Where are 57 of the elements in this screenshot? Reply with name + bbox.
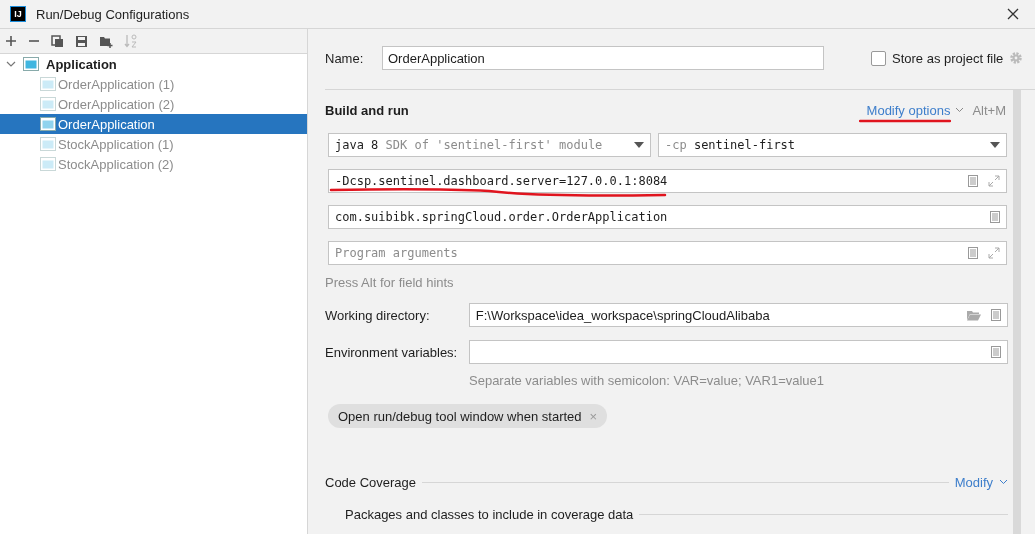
window-title: Run/Debug Configurations [36, 6, 191, 22]
subsection-title: Packages and classes to include in coverage data [345, 507, 634, 522]
document-icon[interactable] [991, 309, 1001, 321]
dropdown-arrow-icon [634, 142, 644, 148]
field-hint: Press Alt for field hints [325, 275, 455, 291]
field-label: Name: [325, 50, 365, 66]
document-icon[interactable] [991, 346, 1001, 358]
main-class-field[interactable]: com.suibibk.springCloud.order.OrderApplication [328, 205, 1007, 229]
program-arguments-field[interactable]: Program arguments [328, 241, 1007, 265]
application-icon [40, 137, 56, 151]
close-icon[interactable] [1007, 8, 1019, 20]
folder-icon[interactable] [967, 309, 981, 321]
modify-link[interactable]: Modify [954, 474, 993, 490]
save-icon[interactable] [75, 34, 88, 48]
working-directory-field[interactable]: F:\Workspace\idea_workspace\springCloudAlibaba [468, 303, 1008, 327]
tree-item[interactable]: Application [46, 56, 117, 72]
document-icon[interactable] [968, 175, 978, 187]
document-icon[interactable] [990, 211, 1000, 223]
tree-item[interactable]: OrderApplication (1) [0, 74, 307, 94]
expand-chevron-icon[interactable] [6, 59, 16, 69]
name-field[interactable]: OrderApplication [382, 46, 824, 70]
modify-options-link[interactable]: Modify options [866, 102, 951, 118]
application-icon [40, 157, 56, 171]
application-icon [40, 77, 56, 91]
tree-item[interactable]: StockApplication (2) [0, 154, 307, 174]
document-icon[interactable] [968, 247, 978, 259]
sort-icon[interactable] [124, 34, 138, 48]
field-label: Environment variables: [325, 344, 459, 360]
chevron-down-icon [955, 107, 965, 113]
field-label: Working directory: [325, 307, 431, 323]
copy-icon[interactable] [51, 34, 64, 48]
add-icon[interactable] [5, 35, 17, 47]
expand-icon[interactable] [988, 175, 1000, 187]
tree-item[interactable]: OrderApplication [0, 114, 307, 134]
dropdown-arrow-icon [990, 142, 1000, 148]
environment-variables-field[interactable] [468, 340, 1008, 364]
tree-item[interactable]: OrderApplication (2) [0, 94, 307, 114]
section-title: Code Coverage [325, 474, 417, 490]
settings-icon[interactable] [1009, 51, 1024, 65]
shortcut-hint: Alt+M [972, 102, 1006, 118]
section-title: Build and run [325, 102, 410, 118]
tree-item[interactable]: StockApplication (1) [0, 134, 307, 154]
expand-icon[interactable] [988, 247, 1000, 259]
app-logo: IJ [10, 6, 26, 22]
vm-options-field[interactable]: -Dcsp.sentinel.dashboard.server=127.0.0.1:8084 [328, 169, 1007, 193]
chevron-down-icon [999, 479, 1008, 485]
scrollbar[interactable] [1013, 90, 1021, 534]
new-folder-icon[interactable] [99, 34, 113, 48]
jre-dropdown[interactable]: java 8 SDK of 'sentinel-first' module [328, 133, 651, 157]
application-icon [23, 57, 39, 71]
application-icon [40, 97, 56, 111]
application-icon [40, 117, 56, 131]
classpath-dropdown[interactable]: -cp sentinel-first [658, 133, 1007, 157]
option-chip[interactable]: Open run/debug tool window when started × [328, 404, 608, 428]
checkbox-label[interactable]: Store as project file [892, 50, 1004, 66]
checkbox[interactable] [871, 50, 886, 66]
field-hint: Separate variables with semicolon: VAR=value; VAR1=value1 [469, 373, 826, 388]
